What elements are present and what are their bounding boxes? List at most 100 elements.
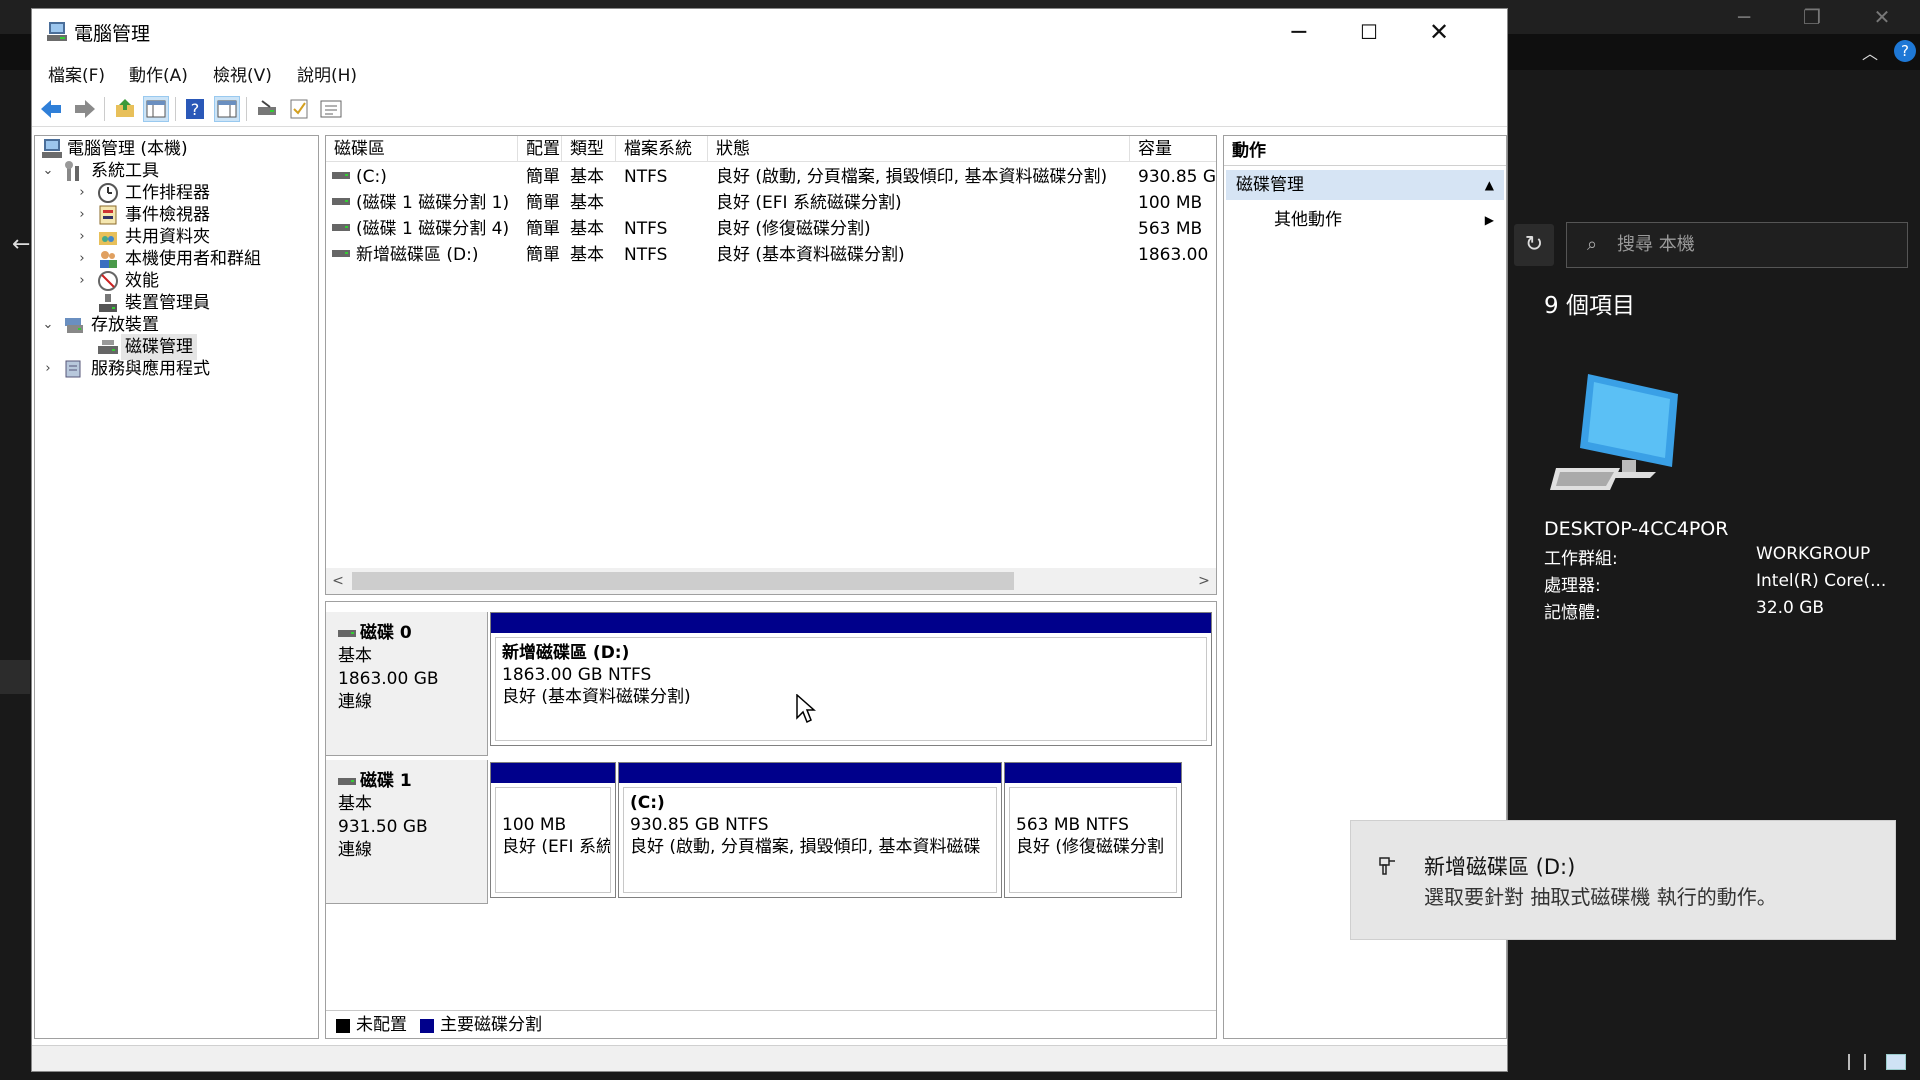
action-more-actions[interactable]: 其他動作 ▶ xyxy=(1226,206,1504,234)
table-row[interactable]: 新增磁碟區 (D:) 簡單 基本 NTFS 良好 (基本資料磁碟分割) 1863… xyxy=(326,242,1216,268)
partition-details: 563 MB NTFS 良好 (修復磁碟分割 xyxy=(1009,787,1177,893)
partition-c[interactable]: (C:) 930.85 GB NTFS 良好 (啟動, 分頁檔案, 損毀傾印, … xyxy=(618,762,1002,898)
help-button[interactable]: ? xyxy=(182,96,208,122)
explorer-close-button[interactable]: ✕ xyxy=(1852,2,1912,32)
clock-icon xyxy=(98,183,118,203)
menu-file[interactable]: 檔案(F) xyxy=(48,61,105,86)
back-button[interactable] xyxy=(38,96,64,122)
cell-status: 良好 (修復磁碟分割) xyxy=(716,219,871,239)
computer-management-icon xyxy=(47,22,67,41)
volume-icon xyxy=(332,250,350,257)
check-button[interactable] xyxy=(286,96,312,122)
up-level-button[interactable] xyxy=(112,96,138,122)
properties-icon xyxy=(320,100,342,118)
table-row[interactable]: (磁碟 1 磁碟分割 1) 簡單 基本 良好 (EFI 系統磁碟分割) 100 … xyxy=(326,190,1216,216)
cell-filesystem xyxy=(624,190,704,216)
show-hide-tree-button[interactable] xyxy=(143,96,169,122)
partition-name: 新增磁碟區 (D:) xyxy=(502,643,630,663)
menu-view[interactable]: 檢視(V) xyxy=(213,61,272,86)
cell-type: 基本 xyxy=(570,245,604,265)
explorer-minimize-button[interactable]: ─ xyxy=(1714,2,1774,32)
cell-capacity: 930.85 G xyxy=(1138,167,1217,187)
toolbar-separator xyxy=(104,97,105,121)
disk-management-icon xyxy=(98,340,118,354)
chevron-down-icon[interactable]: ⌄ xyxy=(41,158,55,184)
event-viewer-icon xyxy=(99,205,117,225)
chevron-right-icon[interactable]: › xyxy=(75,268,89,294)
checklist-icon xyxy=(290,99,308,119)
properties-button[interactable] xyxy=(318,96,344,122)
tree-label: 服務與應用程式 xyxy=(91,359,210,379)
cell-filesystem: NTFS xyxy=(624,219,668,239)
disk-type: 基本 xyxy=(338,646,372,666)
info-row-memory: 記憶體: 32.0 GB xyxy=(1544,598,1904,625)
forward-button[interactable] xyxy=(72,96,98,122)
help-icon[interactable]: ? xyxy=(1894,40,1916,62)
disk-name: 磁碟 1 xyxy=(360,771,412,791)
scrollbar-thumb[interactable] xyxy=(352,572,1014,590)
menu-help[interactable]: 說明(H) xyxy=(297,61,357,86)
column-header-type[interactable]: 類型 xyxy=(562,136,616,162)
actions-section-label: 磁碟管理 xyxy=(1236,175,1304,195)
info-value: 32.0 GB xyxy=(1756,598,1825,618)
collapse-up-icon[interactable]: ▲ xyxy=(1485,170,1494,200)
search-input[interactable]: ⌕ 搜尋 本機 xyxy=(1566,222,1908,268)
disk-label[interactable]: 磁碟 1 基本 931.50 GB 連線 xyxy=(326,760,488,904)
column-header-capacity[interactable]: 容量 xyxy=(1130,136,1216,162)
scroll-left-arrow-icon[interactable]: < xyxy=(328,568,348,594)
disk-type: 基本 xyxy=(338,794,372,814)
actions-section-disk-management[interactable]: 磁碟管理 ▲ xyxy=(1226,170,1504,200)
partition-recovery[interactable]: 563 MB NTFS 良好 (修復磁碟分割 xyxy=(1004,762,1182,898)
back-arrow-icon xyxy=(41,100,61,118)
column-header-volume[interactable]: 磁碟區 xyxy=(326,136,518,162)
disk-status: 連線 xyxy=(338,692,372,712)
partition-size: 930.85 GB NTFS xyxy=(630,815,769,835)
back-arrow-icon[interactable]: ← xyxy=(12,232,30,257)
chevron-up-icon[interactable]: ︿ xyxy=(1862,40,1878,64)
show-action-pane-button[interactable] xyxy=(214,96,240,122)
horizontal-scrollbar[interactable]: < > xyxy=(326,568,1216,594)
partition-efi[interactable]: 100 MB 良好 (EFI 系統 xyxy=(490,762,616,898)
explorer-restore-button[interactable]: ❐ xyxy=(1782,2,1842,32)
legend: 未配置 主要磁碟分割 xyxy=(326,1010,1216,1038)
chevron-right-icon[interactable]: › xyxy=(41,356,55,382)
refresh-button[interactable]: ↻ xyxy=(1514,224,1554,266)
menubar: 檔案(F) 動作(A) 檢視(V) 說明(H) xyxy=(32,55,1507,87)
partition-d[interactable]: 新增磁碟區 (D:) 1863.00 GB NTFS 良好 (基本資料磁碟分割) xyxy=(490,612,1212,746)
mouse-cursor-icon xyxy=(796,694,816,724)
disk-icon xyxy=(338,778,356,785)
table-row[interactable]: (C:) 簡單 基本 NTFS 良好 (啟動, 分頁檔案, 損毀傾印, 基本資料… xyxy=(326,164,1216,190)
volume-icon xyxy=(332,172,350,179)
window-title: 電腦管理 xyxy=(74,23,151,45)
computer-icon[interactable] xyxy=(1550,372,1690,497)
menu-action[interactable]: 動作(A) xyxy=(129,61,188,86)
volume-list: 磁碟區 配置 類型 檔案系統 狀態 容量 (C:) 簡單 基本 NTFS 良好 … xyxy=(325,135,1217,595)
cell-filesystem: NTFS xyxy=(624,167,668,187)
minimize-button[interactable]: ─ xyxy=(1264,9,1334,55)
cell-layout: 簡單 xyxy=(526,245,560,265)
toolbar: ? xyxy=(32,89,1507,127)
scroll-right-arrow-icon[interactable]: > xyxy=(1194,568,1214,594)
cell-layout: 簡單 xyxy=(526,219,560,239)
submenu-arrow-icon: ▶ xyxy=(1484,213,1494,227)
tiles-view-icon[interactable] xyxy=(1886,1054,1906,1070)
details-view-icon[interactable] xyxy=(1848,1054,1866,1070)
column-header-status[interactable]: 狀態 xyxy=(708,136,1130,162)
column-header-layout[interactable]: 配置 xyxy=(518,136,562,162)
notification-toast[interactable]: 新增磁碟區 (D:) 選取要針對 抽取式磁碟機 執行的動作。 xyxy=(1350,820,1896,940)
svg-text:?: ? xyxy=(191,100,200,119)
column-header-filesystem[interactable]: 檔案系統 xyxy=(616,136,708,162)
shared-folder-icon xyxy=(99,232,117,245)
close-button[interactable]: ✕ xyxy=(1404,9,1474,55)
cell-filesystem: NTFS xyxy=(624,245,668,265)
list-header: 磁碟區 配置 類型 檔案系統 狀態 容量 xyxy=(326,136,1216,162)
volume-icon xyxy=(332,198,350,205)
maximize-button[interactable]: ☐ xyxy=(1334,9,1404,55)
table-row[interactable]: (磁碟 1 磁碟分割 4) 簡單 基本 NTFS 良好 (修復磁碟分割) 563… xyxy=(326,216,1216,242)
disk-label[interactable]: 磁碟 0 基本 1863.00 GB 連線 xyxy=(326,612,488,756)
chevron-down-icon[interactable]: ⌄ xyxy=(41,312,55,338)
cell-volume: 新增磁碟區 (D:) xyxy=(356,245,479,265)
disk-size: 931.50 GB xyxy=(338,817,428,837)
connect-button[interactable] xyxy=(254,96,280,122)
cell-type: 基本 xyxy=(570,167,604,187)
